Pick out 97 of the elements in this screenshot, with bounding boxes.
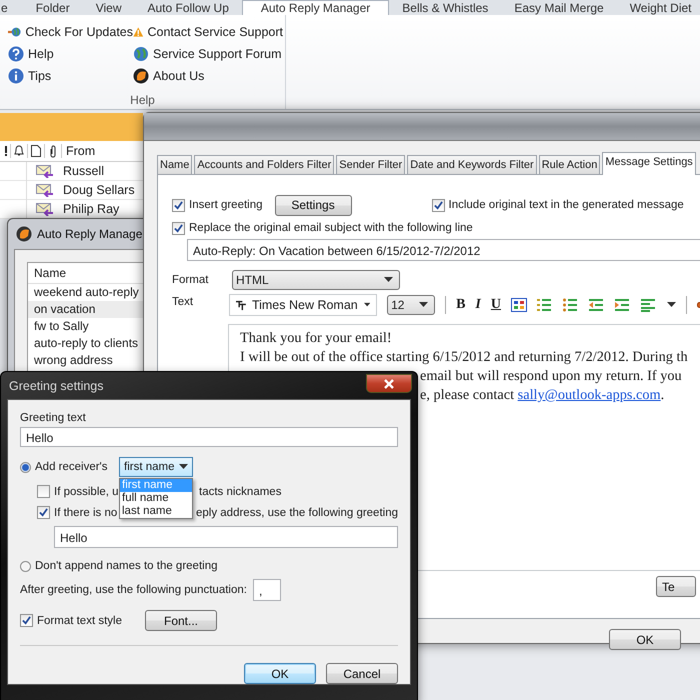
- envelope-icon: [36, 183, 54, 197]
- cancel-button[interactable]: Cancel: [326, 663, 398, 684]
- sender-name: Philip Ray: [63, 202, 120, 216]
- message-text: e, please contact sally@outlook-apps.com.: [420, 386, 666, 405]
- caret-icon[interactable]: [419, 302, 428, 308]
- checkbox[interactable]: [432, 198, 445, 212]
- punctuation-field[interactable]: ,: [252, 579, 281, 601]
- font-select[interactable]: Times New Roman: [229, 294, 378, 316]
- size-select[interactable]: 12: [387, 295, 436, 315]
- subject-field[interactable]: Auto-Reply: On Vacation between 6/15/2012-7/2/2012: [187, 239, 700, 261]
- window-title: Greeting settings: [9, 378, 104, 392]
- side-button[interactable]: Te: [656, 576, 696, 597]
- tab[interactable]: Rule Action: [538, 155, 600, 174]
- caret-icon[interactable]: [179, 464, 188, 470]
- radio-button[interactable]: [20, 462, 31, 472]
- caret-icon[interactable]: [384, 277, 393, 283]
- checkbox-label: Insert greeting: [189, 199, 263, 211]
- caret-icon[interactable]: [667, 302, 676, 308]
- name-select[interactable]: first name: [119, 457, 193, 477]
- checkbox[interactable]: [172, 222, 185, 234]
- checkbox-label: Include original text in the generated message: [448, 199, 684, 211]
- logo-icon: [16, 226, 32, 242]
- envelope-icon: [36, 202, 54, 216]
- font-icon: [236, 298, 246, 312]
- checkbox[interactable]: [172, 198, 185, 212]
- field-label: Text: [172, 296, 194, 308]
- tab[interactable]: Sender Filter: [336, 155, 406, 174]
- message-text: Thank you for your email!: [240, 329, 393, 348]
- importance-icon: [4, 146, 8, 156]
- outdent-icon[interactable]: [589, 298, 605, 312]
- dropdown-option[interactable]: full name: [120, 492, 192, 505]
- checkbox[interactable]: [37, 506, 50, 519]
- format-button[interactable]: I: [475, 297, 481, 313]
- email-link[interactable]: sally@outlook-apps.com: [518, 387, 661, 403]
- checkbox[interactable]: [37, 485, 50, 498]
- help-icon: [8, 46, 24, 62]
- ok-button[interactable]: OK: [609, 629, 681, 650]
- checkbox-label: If there is no: [54, 506, 118, 518]
- document-icon: [31, 145, 41, 157]
- logo-icon: [133, 68, 149, 84]
- format-button[interactable]: U: [490, 297, 501, 313]
- bullet-list-icon[interactable]: [563, 298, 579, 312]
- message-text: I will be out of the office starting 6/15/2012 and returning 7/2/2012. During th: [240, 348, 689, 367]
- sender-name: Doug Sellars: [63, 183, 135, 197]
- ribbon-tab[interactable]: Auto Follow Up: [134, 0, 242, 15]
- window-title: Auto Reply Manage: [37, 227, 142, 241]
- globe-icon: [133, 46, 149, 62]
- numbered-list-icon[interactable]: [537, 298, 553, 312]
- sender-name: Russell: [63, 164, 104, 178]
- checkbox-label: Replace the original email subject with the following line: [189, 222, 473, 234]
- settings-button[interactable]: Settings: [274, 194, 352, 216]
- bell-icon: [13, 145, 25, 157]
- ribbon-tab[interactable]: Auto Reply Manager: [242, 0, 390, 15]
- ribbon-tab[interactable]: View: [82, 0, 134, 15]
- field-label: After greeting, use the following punctuation:: [20, 584, 247, 596]
- close-icon: [383, 378, 395, 388]
- ribbon-command[interactable]: Contact Service Support: [148, 25, 283, 39]
- dropdown-option[interactable]: last name: [120, 505, 192, 518]
- ribbon-tab[interactable]: Folder: [22, 0, 83, 15]
- ribbon-command[interactable]: Check For Updates: [25, 25, 133, 39]
- checkbox-label: If possible, u: [54, 486, 120, 498]
- tab[interactable]: Name: [157, 155, 192, 174]
- checkbox-label: Format text style: [37, 614, 123, 626]
- tab[interactable]: Date and Keywords Filter: [407, 155, 537, 174]
- tab[interactable]: Accounts and Folders Filter: [194, 155, 334, 174]
- field-label: Format: [172, 274, 210, 286]
- ribbon-tab[interactable]: Bells & Whistles: [389, 0, 502, 15]
- message-text: email but will respond upon my return. If you: [420, 367, 683, 386]
- group-label: Help: [129, 93, 156, 107]
- envelope-icon: [36, 164, 54, 178]
- ribbon-command[interactable]: Help: [28, 47, 54, 61]
- radio-button[interactable]: [20, 560, 31, 572]
- info-icon: [8, 68, 24, 84]
- caret-icon[interactable]: [364, 302, 370, 308]
- field-label: Greeting text: [20, 412, 87, 424]
- ribbon-command[interactable]: Tips: [28, 69, 52, 83]
- close-button[interactable]: [366, 374, 412, 393]
- ok-button[interactable]: OK: [244, 663, 316, 684]
- table-icon[interactable]: [511, 298, 527, 312]
- column-title[interactable]: From: [66, 144, 96, 158]
- format-button[interactable]: B: [456, 297, 466, 313]
- indent-icon[interactable]: [615, 298, 631, 312]
- ribbon-tab[interactable]: Weight Diet: [616, 0, 700, 15]
- greeting-field[interactable]: Hello: [54, 526, 398, 548]
- ribbon-tab[interactable]: Easy Mail Merge: [501, 0, 617, 15]
- ribbon-command[interactable]: Service Support Forum: [153, 47, 282, 61]
- font-button[interactable]: Font...: [145, 610, 217, 631]
- ribbon-command[interactable]: About Us: [153, 69, 204, 83]
- align-left-icon[interactable]: [641, 298, 657, 312]
- tab[interactable]: Message Settings: [602, 152, 696, 175]
- greeting-field[interactable]: Hello: [20, 427, 398, 447]
- ribbon-tab[interactable]: e: [0, 0, 23, 15]
- format-select[interactable]: HTML: [232, 270, 400, 290]
- radio-label: Don't append names to the greeting: [35, 560, 218, 572]
- checkbox[interactable]: [20, 614, 33, 627]
- paperclip-icon: [49, 144, 57, 158]
- radio-label: Add receiver's: [35, 461, 109, 473]
